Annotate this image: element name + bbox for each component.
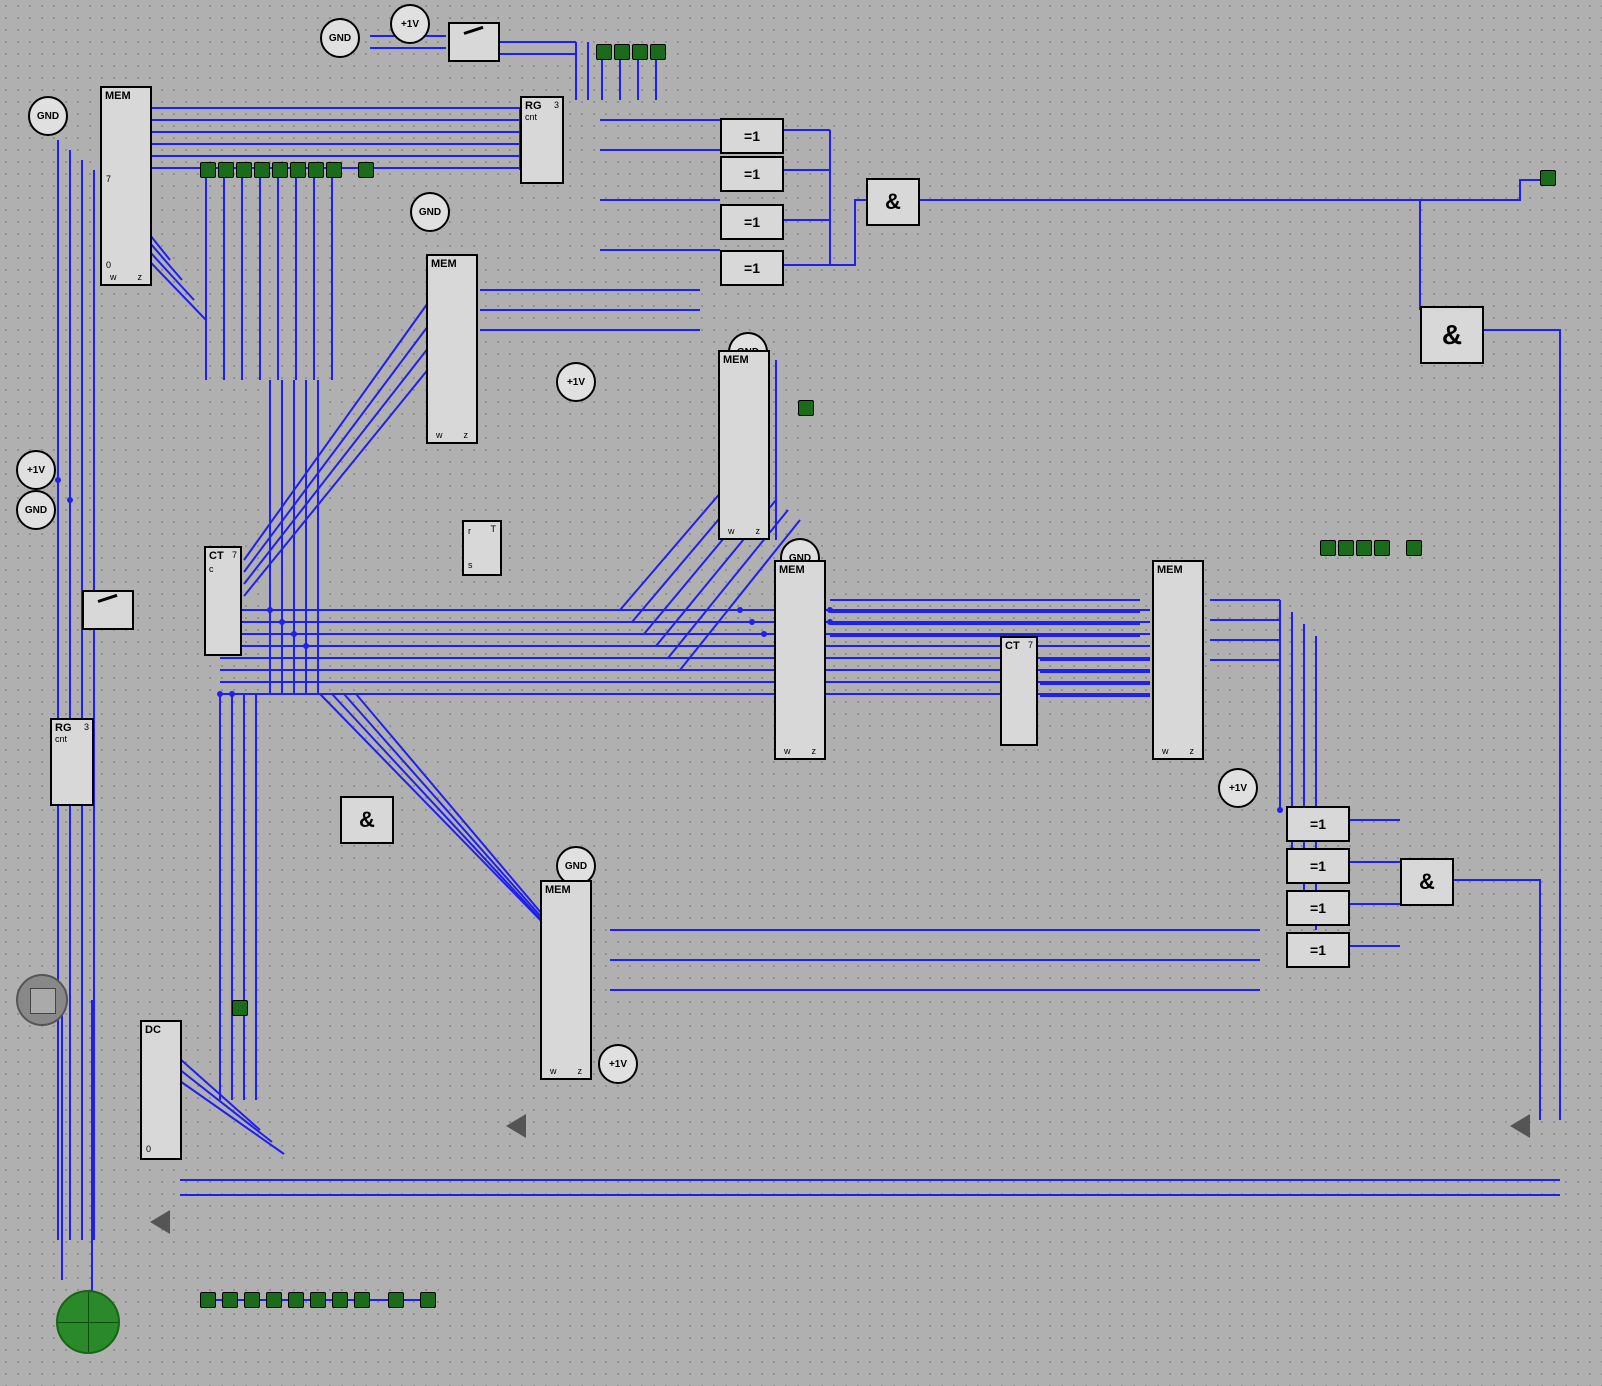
toggle-switch[interactable] [448, 22, 500, 62]
led-indicator [266, 1292, 282, 1308]
xor-gate-r[interactable]: =1 [1286, 890, 1350, 926]
led-indicator [272, 162, 288, 178]
led-indicator [244, 1292, 260, 1308]
led-indicator [632, 44, 648, 60]
led-indicator [358, 162, 374, 178]
gnd-pin-3[interactable]: GND [410, 192, 450, 232]
block-label: MEM [105, 90, 131, 102]
led-indicator [200, 1292, 216, 1308]
v1-pin-2[interactable]: +1V [16, 450, 56, 490]
led-indicator [1338, 540, 1354, 556]
buffer-icon [506, 1114, 526, 1138]
buffer-icon [1510, 1114, 1530, 1138]
pwr-label: +1V [401, 19, 419, 30]
ct-counter-1[interactable]: CT 7 c [204, 546, 242, 656]
led-indicator [254, 162, 270, 178]
led-indicator [1374, 540, 1390, 556]
led-indicator [650, 44, 666, 60]
mem-block-f[interactable]: MEM w z [540, 880, 592, 1080]
led-indicator [388, 1292, 404, 1308]
led-indicator [1540, 170, 1556, 186]
and-gate-3[interactable]: & [1400, 858, 1454, 906]
mem-block-d[interactable]: MEM w z [774, 560, 826, 760]
led-indicator [1356, 540, 1372, 556]
and-gate[interactable]: & [866, 178, 920, 226]
and-gate-2[interactable]: & [340, 796, 394, 844]
xor-gate[interactable]: =1 [720, 156, 784, 192]
led-indicator [332, 1292, 348, 1308]
xor-gate-r[interactable]: =1 [1286, 806, 1350, 842]
led-indicator [218, 162, 234, 178]
v1-pin-5[interactable]: +1V [1218, 768, 1258, 808]
xor-gate[interactable]: =1 [720, 250, 784, 286]
rg-block[interactable]: RG cnt 3 [520, 96, 564, 184]
oscilloscope-icon[interactable] [16, 974, 68, 1026]
led-indicator [200, 162, 216, 178]
mem-block-c[interactable]: MEM w z [718, 350, 770, 540]
toggle-switch-2[interactable] [82, 590, 134, 630]
gnd-pin[interactable]: GND [320, 18, 360, 58]
xor-gate-r[interactable]: =1 [1286, 932, 1350, 968]
led-indicator [326, 162, 342, 178]
led-indicator [354, 1292, 370, 1308]
xy-scope-icon[interactable] [56, 1290, 120, 1354]
led-indicator [236, 162, 252, 178]
led-indicator [232, 1000, 248, 1016]
v1-pin-4[interactable]: +1V [598, 1044, 638, 1084]
v1-pin[interactable]: +1V [390, 4, 430, 44]
led-indicator [614, 44, 630, 60]
xor-gate[interactable]: =1 [720, 204, 784, 240]
led-indicator [798, 400, 814, 416]
led-indicator [288, 1292, 304, 1308]
buffer-icon [150, 1210, 170, 1234]
and-gate-big[interactable]: & [1420, 306, 1484, 364]
led-indicator [222, 1292, 238, 1308]
mem-block-a[interactable]: MEM 7 0 w z [100, 86, 152, 286]
mem-block-e[interactable]: MEM w z [1152, 560, 1204, 760]
pwr-label: GND [329, 33, 351, 44]
mem-block-b[interactable]: MEM w z [426, 254, 478, 444]
dc-block[interactable]: DC 0 [140, 1020, 182, 1160]
led-indicator [420, 1292, 436, 1308]
xor-gate-r[interactable]: =1 [1286, 848, 1350, 884]
xor-gate[interactable]: =1 [720, 118, 784, 154]
rg-block-2[interactable]: RG cnt 3 [50, 718, 94, 806]
schematic-canvas[interactable]: GND +1V GND GND +1V GND +1V GND GND GND … [0, 0, 1602, 1386]
led-indicator [1406, 540, 1422, 556]
led-indicator [1320, 540, 1336, 556]
gnd-pin-2[interactable]: GND [28, 96, 68, 136]
led-indicator [596, 44, 612, 60]
ct-counter-2[interactable]: CT 7 [1000, 636, 1038, 746]
v1-pin-3[interactable]: +1V [556, 362, 596, 402]
led-indicator [290, 162, 306, 178]
led-indicator [310, 1292, 326, 1308]
t-flipflop[interactable]: T r s [462, 520, 502, 576]
led-indicator [308, 162, 324, 178]
gnd-pin-4[interactable]: GND [16, 490, 56, 530]
